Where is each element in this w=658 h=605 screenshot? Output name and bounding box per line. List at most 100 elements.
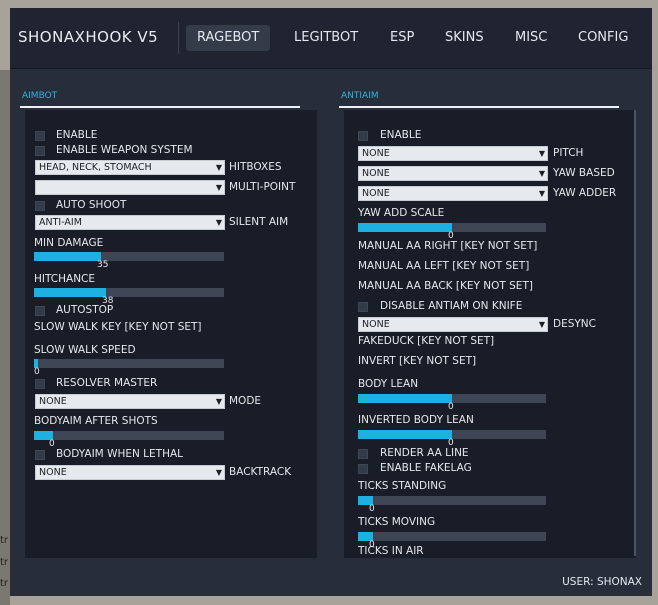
yaw-based-label: YAW BASED — [553, 167, 615, 179]
auto-shoot-checkbox[interactable] — [35, 201, 45, 211]
autostop-checkbox[interactable] — [35, 306, 45, 316]
ticks-standing-label: TICKS STANDING — [358, 480, 447, 492]
chevron-down-icon: ▼ — [215, 183, 222, 192]
min-damage-value: 35 — [97, 260, 109, 270]
ticks-standing-slider[interactable]: 0 — [358, 496, 546, 514]
chevron-down-icon: ▼ — [215, 163, 222, 172]
backtrack-value: NONE — [39, 467, 67, 478]
multipoint-label: MULTI-POINT — [229, 181, 296, 193]
body-lean-value: 0 — [448, 402, 454, 412]
yaw-add-scale-label: YAW ADD SCALE — [358, 207, 445, 219]
antiaim-underline — [339, 106, 619, 108]
tab-config[interactable]: CONFIG — [567, 25, 639, 51]
multipoint-dropdown[interactable]: ▼ — [35, 180, 225, 195]
manual-aa-right[interactable]: MANUAL AA RIGHT [KEY NOT SET] — [358, 240, 537, 252]
resolver-checkbox[interactable] — [35, 379, 45, 389]
hitboxes-dropdown[interactable]: HEAD, NECK, STOMACH ▼ — [35, 160, 225, 175]
mode-dropdown[interactable]: NONE ▼ — [35, 394, 225, 409]
slow-walk-speed-slider[interactable]: 0 — [34, 359, 224, 377]
weapon-system-checkbox[interactable] — [35, 146, 45, 156]
yaw-based-dropdown[interactable]: NONE ▼ — [358, 166, 548, 181]
chevron-down-icon: ▼ — [215, 468, 222, 477]
aimbot-body: ENABLE ENABLE WEAPON SYSTEM HEAD, NECK, … — [25, 110, 317, 558]
background-text: tr — [0, 578, 9, 589]
fakeduck-keybind[interactable]: FAKEDUCK [KEY NOT SET] — [358, 335, 494, 347]
slow-walk-key-label[interactable]: SLOW WALK KEY [KEY NOT SET] — [34, 321, 202, 333]
bodyaim-value: 0 — [49, 439, 55, 449]
chevron-down-icon: ▼ — [538, 320, 545, 329]
aa-enable-checkbox[interactable] — [358, 131, 368, 141]
cheat-menu-window: SHONAXHOOK V5 RAGEBOT LEGITBOT ESP SKINS… — [10, 8, 652, 596]
aimbot-underline — [20, 106, 300, 108]
menu-header: SHONAXHOOK V5 RAGEBOT LEGITBOT ESP SKINS… — [10, 8, 652, 69]
manual-aa-back[interactable]: MANUAL AA BACK [KEY NOT SET] — [358, 280, 533, 292]
chevron-down-icon: ▼ — [538, 169, 545, 178]
body-lean-label: BODY LEAN — [358, 378, 419, 390]
tab-skins[interactable]: SKINS — [434, 25, 495, 51]
pitch-value: NONE — [362, 148, 390, 159]
yaw-adder-label: YAW ADDER — [553, 187, 617, 199]
aa-enable-label: ENABLE — [380, 129, 422, 141]
chevron-down-icon: ▼ — [215, 218, 222, 227]
disable-antiaim-knife-label: DISABLE ANTIAM ON KNIFE — [380, 300, 523, 312]
hitboxes-value: HEAD, NECK, STOMACH — [39, 162, 152, 173]
bodyaim-lethal-checkbox[interactable] — [35, 450, 45, 460]
background-text: tr — [0, 557, 9, 568]
bodyaim-slider[interactable]: 0 — [34, 431, 224, 449]
tab-legitbot[interactable]: LEGITBOT — [283, 25, 369, 51]
min-damage-slider[interactable]: 35 — [34, 252, 224, 270]
bodyaim-lethal-label: BODYAIM WHEN LETHAL — [56, 448, 183, 460]
slider-fill — [34, 288, 106, 297]
antiaim-scrollbar[interactable] — [634, 110, 636, 556]
bodyaim-after-shots-label: BODYAIM AFTER SHOTS — [34, 415, 158, 427]
tab-misc[interactable]: MISC — [504, 25, 558, 51]
yaw-based-value: NONE — [362, 168, 390, 179]
desync-dropdown[interactable]: NONE ▼ — [358, 317, 548, 332]
enable-fakelag-checkbox[interactable] — [358, 464, 368, 474]
chevron-down-icon: ▼ — [538, 189, 545, 198]
inverted-body-lean-slider[interactable]: 0 — [358, 430, 546, 448]
resolver-label: RESOLVER MASTER — [56, 377, 158, 389]
chevron-down-icon: ▼ — [215, 397, 222, 406]
header-separator — [178, 22, 179, 54]
ticks-moving-slider[interactable]: 0 — [358, 532, 546, 550]
render-aa-line-checkbox[interactable] — [358, 449, 368, 459]
tab-ragebot[interactable]: RAGEBOT — [186, 25, 271, 51]
background-game-scene — [0, 70, 10, 605]
pitch-dropdown[interactable]: NONE ▼ — [358, 146, 548, 161]
ticks-moving-label: TICKS MOVING — [358, 516, 436, 528]
yaw-adder-dropdown[interactable]: NONE ▼ — [358, 186, 548, 201]
manual-aa-left[interactable]: MANUAL AA LEFT [KEY NOT SET] — [358, 260, 529, 272]
backtrack-dropdown[interactable]: NONE ▼ — [35, 465, 225, 480]
slider-fill — [358, 223, 452, 232]
enable-checkbox[interactable] — [35, 131, 45, 141]
disable-antiaim-knife-checkbox[interactable] — [358, 302, 368, 312]
background-text: tr — [0, 535, 9, 546]
autostop-label: AUTOSTOP — [56, 304, 114, 316]
desync-label: DESYNC — [553, 318, 596, 330]
aimbot-panel: AIMBOT ENABLE ENABLE WEAPON SYSTEM HEAD,… — [20, 88, 320, 558]
mode-value: NONE — [39, 396, 67, 407]
min-damage-label: MIN DAMAGE — [34, 237, 104, 249]
chevron-down-icon: ▼ — [538, 149, 545, 158]
weapon-system-label: ENABLE WEAPON SYSTEM — [56, 144, 193, 156]
slider-fill — [358, 394, 452, 403]
yaw-add-scale-slider[interactable]: 0 — [358, 223, 546, 241]
ticks-standing-value: 0 — [369, 504, 375, 514]
ticks-in-air-label: TICKS IN AIR — [358, 545, 424, 557]
pitch-label: PITCH — [553, 147, 584, 159]
body-lean-slider[interactable]: 0 — [358, 394, 546, 412]
slow-walk-speed-value: 0 — [34, 367, 40, 377]
enable-label: ENABLE — [56, 129, 98, 141]
invert-keybind[interactable]: INVERT [KEY NOT SET] — [358, 355, 476, 367]
slow-walk-speed-label: SLOW WALK SPEED — [34, 344, 136, 356]
hitchance-slider[interactable]: 38 — [34, 288, 224, 306]
auto-shoot-label: AUTO SHOOT — [56, 199, 127, 211]
tab-esp[interactable]: ESP — [379, 25, 425, 51]
desync-value: NONE — [362, 319, 390, 330]
slider-fill — [34, 252, 101, 261]
render-aa-line-label: RENDER AA LINE — [380, 447, 469, 459]
hitboxes-label: HITBOXES — [229, 161, 282, 173]
silent-aim-dropdown[interactable]: ANTI-AIM ▼ — [35, 215, 225, 230]
antiaim-body: ENABLE NONE ▼ PITCH NONE ▼ YAW BASED NON… — [344, 110, 636, 558]
